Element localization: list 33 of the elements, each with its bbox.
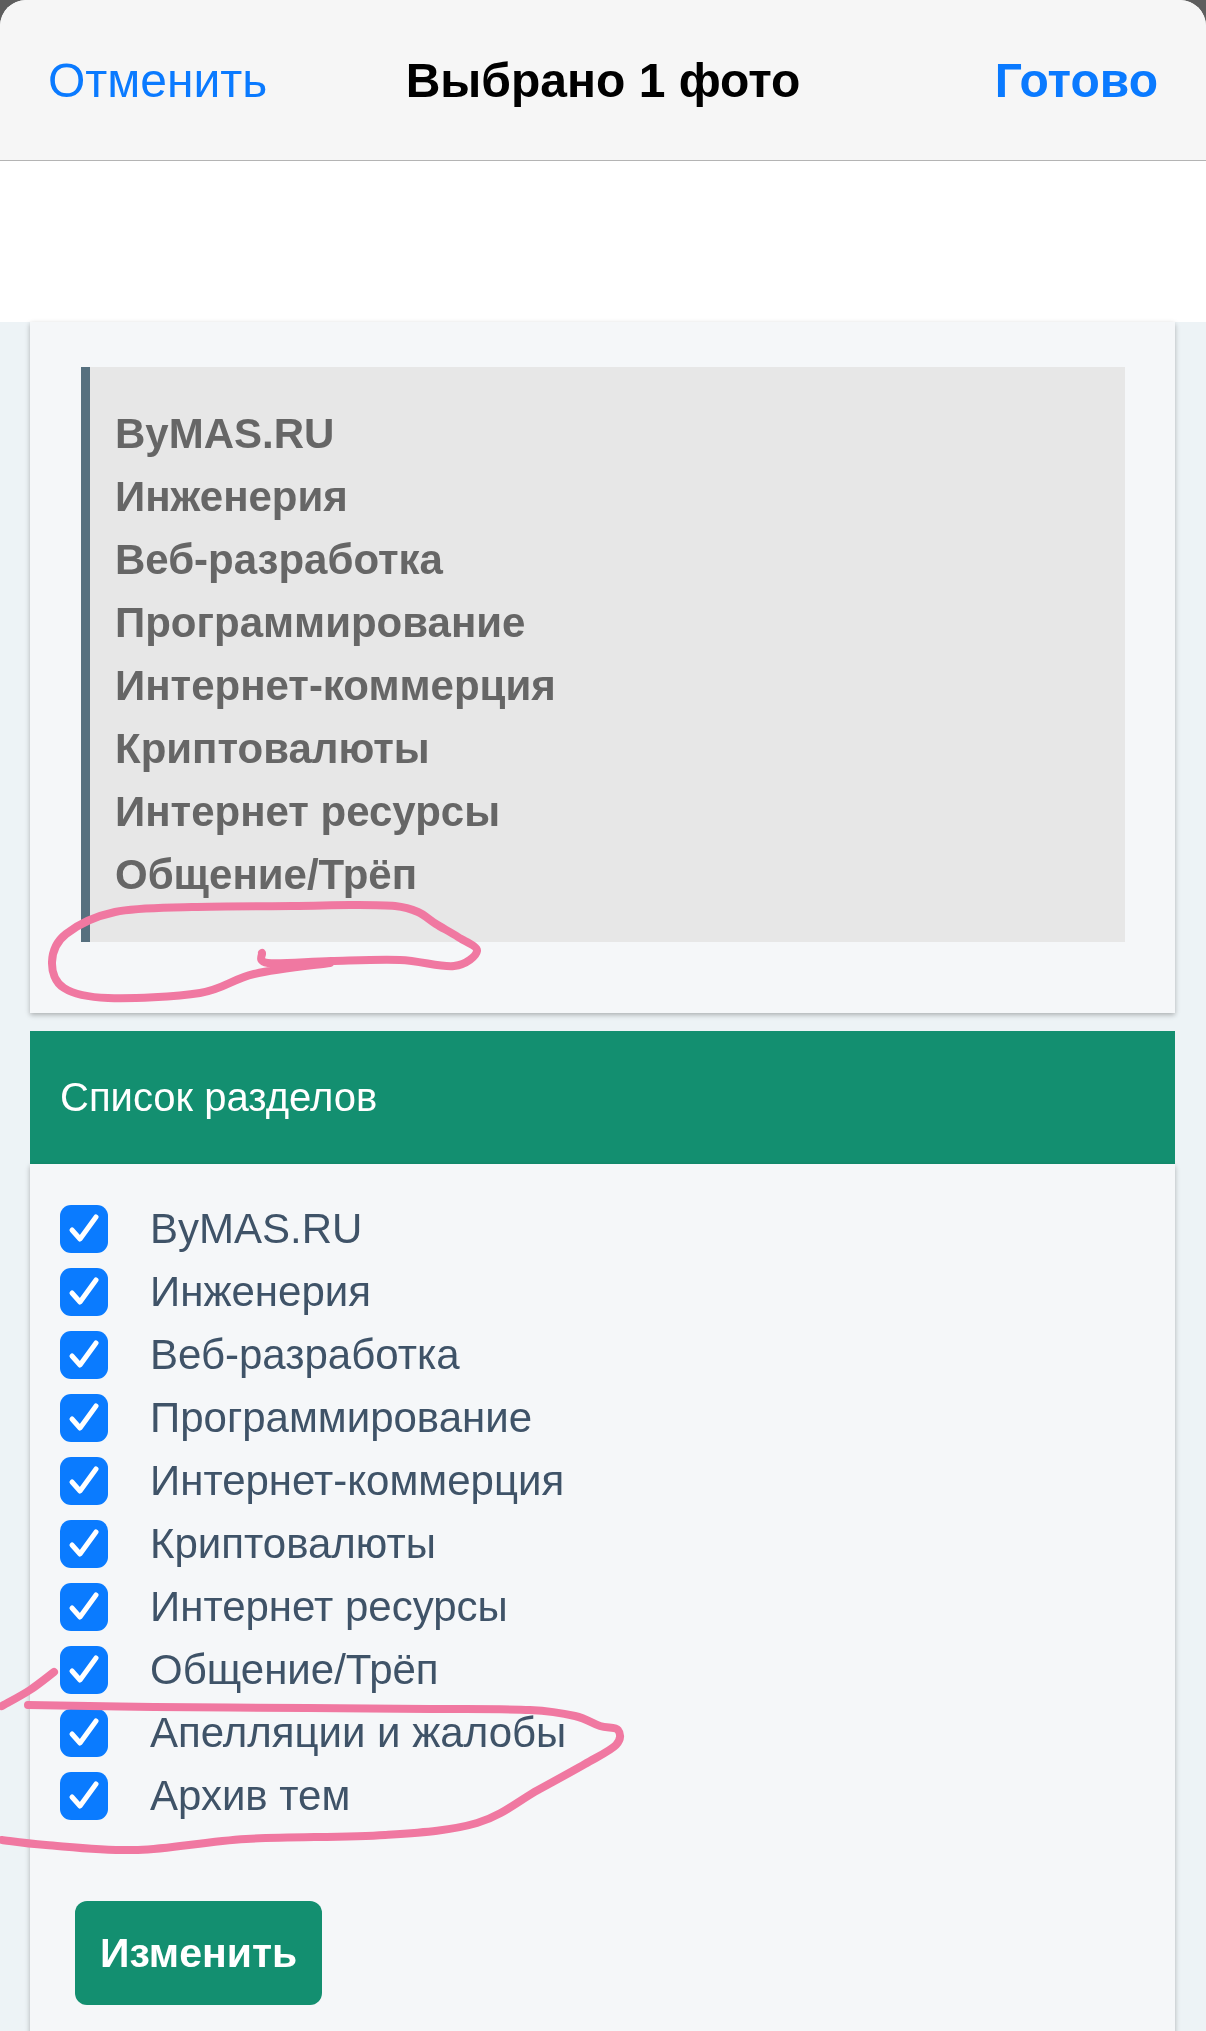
checkbox-label[interactable]: Апелляции и жалобы <box>150 1708 567 1757</box>
checkbox-label[interactable]: Веб-разработка <box>150 1330 460 1379</box>
nav-title: Выбрано 1 фото <box>405 52 801 108</box>
checkbox[interactable] <box>60 1330 108 1379</box>
quote-line: Веб-разработка <box>115 535 443 585</box>
checkbox[interactable] <box>60 1519 108 1568</box>
checkbox[interactable] <box>60 1456 108 1505</box>
checkbox[interactable] <box>60 1267 108 1316</box>
checkbox-label[interactable]: Интернет ресурсы <box>150 1582 508 1631</box>
checkbox-label[interactable]: Интернет-коммерция <box>150 1456 565 1505</box>
quote-line: Общение/Трёп <box>115 850 418 900</box>
checkbox-label[interactable]: Инженерия <box>150 1267 371 1316</box>
checkbox[interactable] <box>60 1645 108 1694</box>
checkbox-label[interactable]: Криптовалюты <box>150 1519 436 1568</box>
quote-line: Криптовалюты <box>115 724 430 774</box>
checkbox-label[interactable]: Архив тем <box>150 1771 351 1820</box>
cancel-button[interactable]: Отменить <box>48 52 268 108</box>
checkbox-label[interactable]: Программирование <box>150 1393 533 1442</box>
checkbox-label[interactable]: Общение/Трёп <box>150 1645 439 1694</box>
quote-line: ByMAS.RU <box>115 409 335 459</box>
checkbox[interactable] <box>60 1204 108 1253</box>
quote-line: Программирование <box>115 598 526 648</box>
checkbox-label[interactable]: ByMAS.RU <box>150 1204 363 1253</box>
checkbox[interactable] <box>60 1393 108 1442</box>
panel-title: Список разделов <box>60 1075 378 1120</box>
quote-line: Интернет ресурсы <box>115 787 501 837</box>
checkbox[interactable] <box>60 1582 108 1631</box>
quote-line: Инженерия <box>115 472 348 522</box>
quote-line: Интернет-коммерция <box>115 661 556 711</box>
checkbox[interactable] <box>60 1708 108 1757</box>
done-button[interactable]: Готово <box>994 52 1158 108</box>
checkbox[interactable] <box>60 1771 108 1820</box>
edit-button[interactable]: Изменить <box>75 1901 323 2005</box>
